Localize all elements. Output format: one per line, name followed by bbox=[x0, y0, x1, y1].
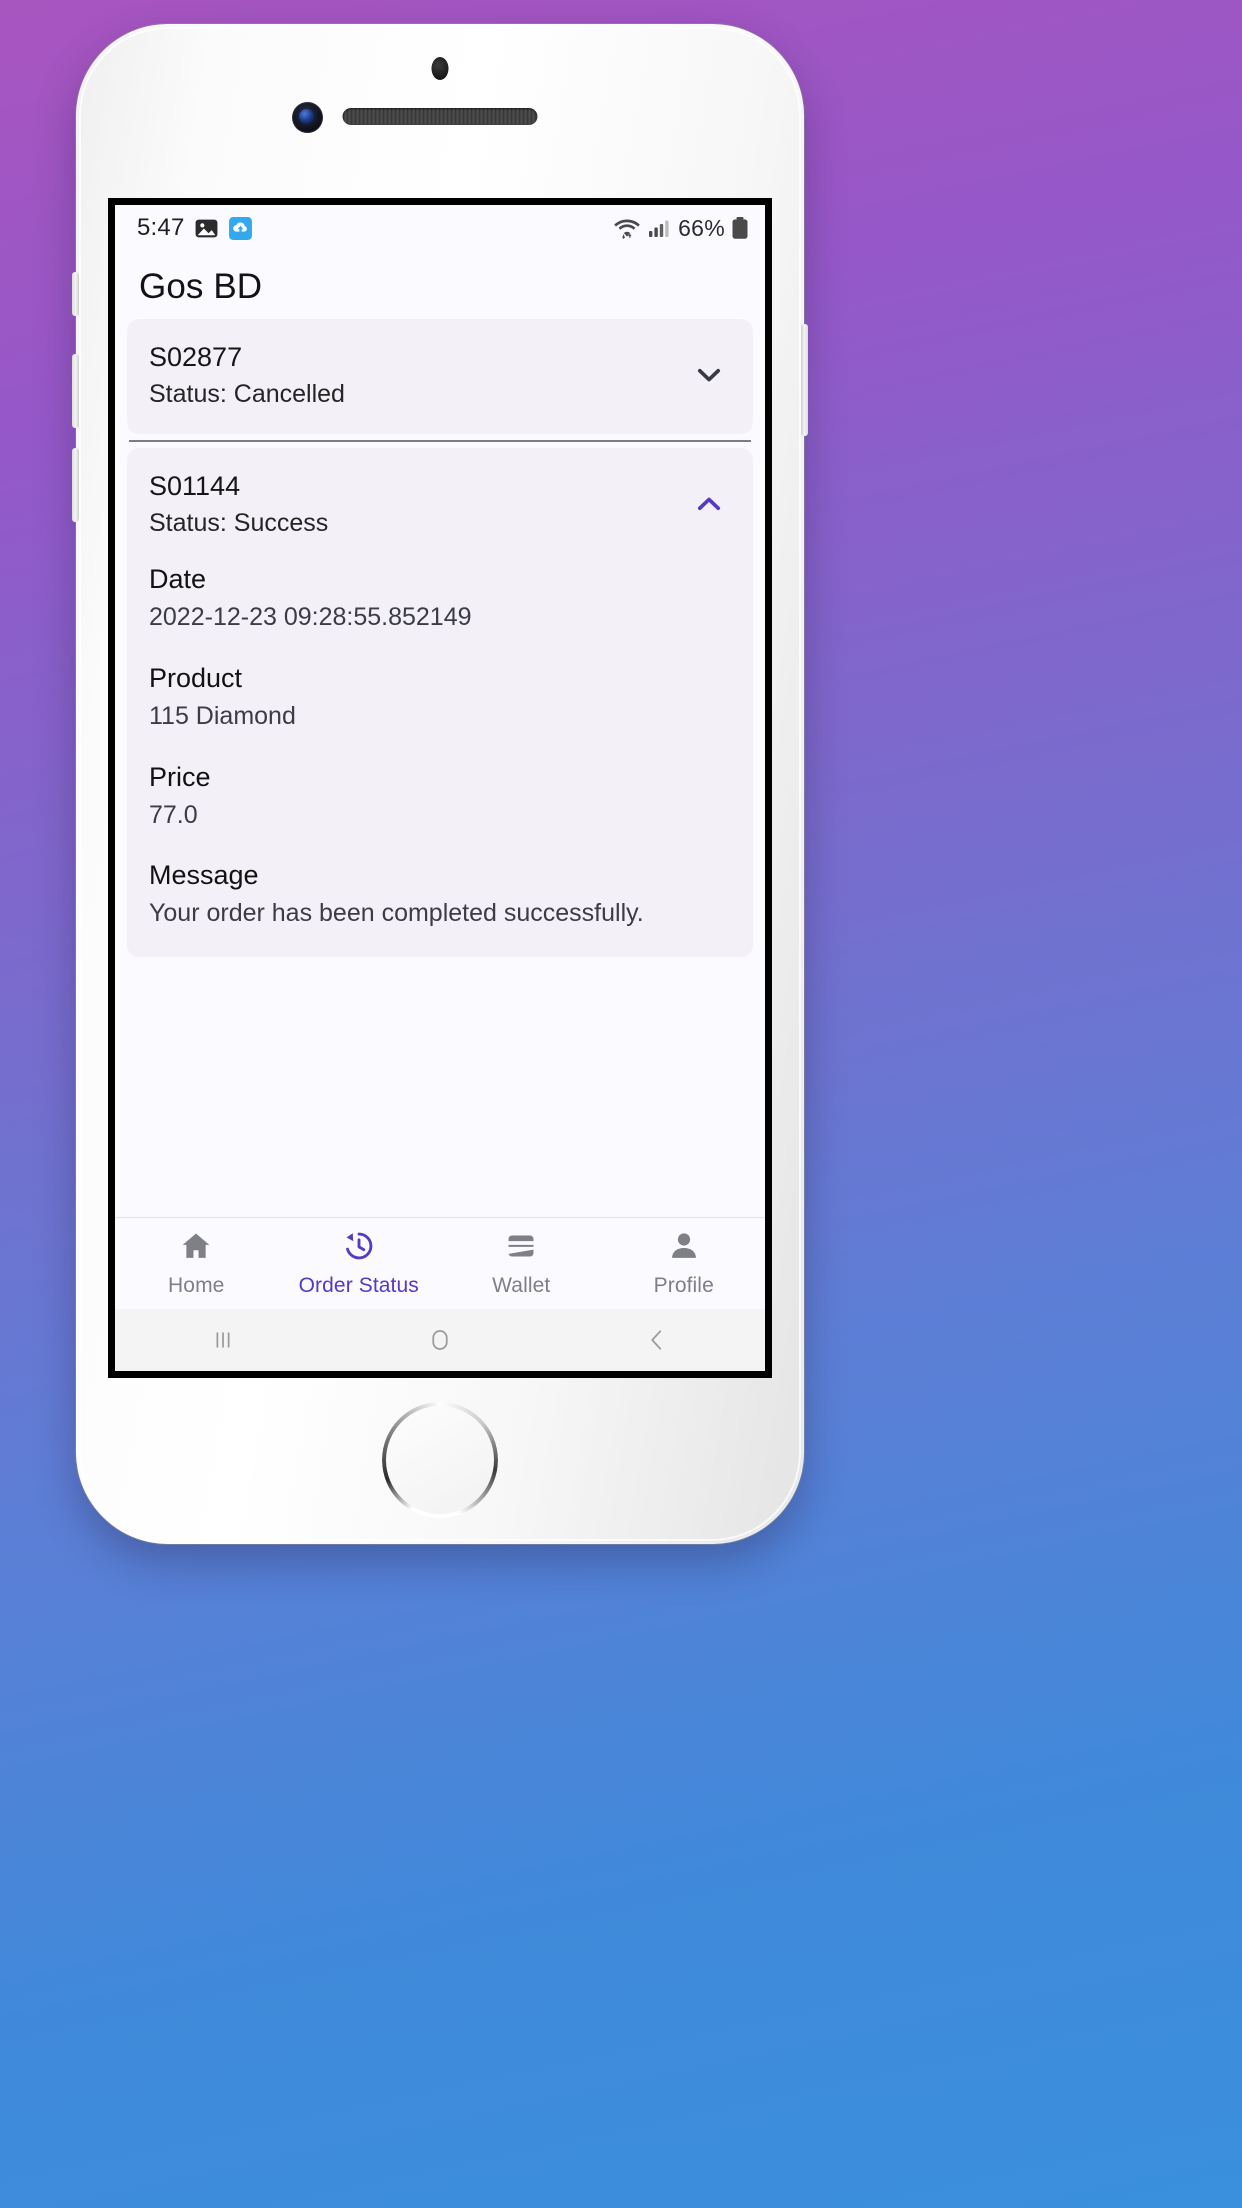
order-status: Status: Cancelled bbox=[149, 380, 345, 409]
nav-label: Order Status bbox=[298, 1274, 419, 1297]
chevron-down-icon[interactable] bbox=[687, 358, 731, 392]
wifi-icon bbox=[612, 216, 642, 240]
nav-item-home[interactable]: Home bbox=[115, 1229, 278, 1298]
order-id: S01144 bbox=[149, 470, 241, 501]
field-value: 77.0 bbox=[149, 800, 198, 829]
field-value: Your order has been completed successful… bbox=[149, 899, 644, 928]
earpiece-speaker bbox=[342, 108, 538, 125]
order-card-header[interactable]: S01144 Status: Success bbox=[127, 448, 753, 563]
order-field-message: Message Your order has been completed su… bbox=[149, 858, 731, 931]
back-chevron-icon[interactable] bbox=[548, 1325, 765, 1355]
nav-item-order-status[interactable]: Order Status bbox=[278, 1229, 441, 1298]
recents-icon[interactable] bbox=[115, 1325, 332, 1355]
order-card-expanded[interactable]: S01144 Status: Success Date 2022-12-23 0… bbox=[127, 447, 753, 957]
order-field-price: Price 77.0 bbox=[149, 760, 731, 833]
image-icon bbox=[194, 216, 219, 241]
order-status: Status: Success bbox=[149, 508, 329, 537]
status-bar-right-group: 66% bbox=[612, 215, 749, 242]
home-circle-icon[interactable] bbox=[332, 1325, 549, 1355]
phone-frame: 5:47 66% Gos BD S02877 Status: Cancelled… bbox=[72, 24, 808, 1544]
proximity-sensor-dot bbox=[431, 57, 449, 80]
cellular-signal-icon bbox=[648, 217, 672, 239]
page-title: Gos BD bbox=[139, 267, 263, 306]
order-id: S02877 bbox=[149, 342, 243, 372]
cloud-upload-icon bbox=[228, 216, 253, 241]
order-card-collapsed[interactable]: S02877 Status: Cancelled bbox=[127, 319, 753, 434]
field-label: Date bbox=[149, 564, 207, 595]
phone-screen: 5:47 66% Gos BD S02877 Status: Cancelled… bbox=[108, 198, 772, 1378]
bottom-navigation-bar: Home Order Status Wallet Profile bbox=[115, 1217, 765, 1309]
volume-down-button[interactable] bbox=[72, 448, 79, 522]
home-icon bbox=[179, 1229, 213, 1268]
battery-icon bbox=[731, 216, 749, 240]
nav-label: Profile bbox=[653, 1274, 714, 1297]
field-label: Product bbox=[149, 662, 243, 693]
nav-label: Wallet bbox=[492, 1274, 551, 1297]
order-list[interactable]: S02877 Status: Cancelled S01144 Status: … bbox=[115, 319, 765, 1217]
power-button[interactable] bbox=[801, 324, 808, 436]
order-card-header-text: S02877 Status: Cancelled bbox=[149, 339, 687, 412]
volume-up-button[interactable] bbox=[72, 354, 79, 428]
field-label: Price bbox=[149, 761, 211, 792]
nav-label: Home bbox=[168, 1274, 225, 1297]
nav-item-wallet[interactable]: Wallet bbox=[440, 1229, 603, 1298]
home-button[interactable] bbox=[382, 1402, 498, 1518]
silent-switch[interactable] bbox=[72, 272, 79, 316]
order-card-body: Date 2022-12-23 09:28:55.852149 Product … bbox=[127, 562, 753, 956]
front-camera-icon bbox=[292, 102, 323, 133]
battery-percentage: 66% bbox=[678, 214, 725, 241]
field-value: 2022-12-23 09:28:55.852149 bbox=[149, 603, 472, 632]
status-bar-time: 5:47 bbox=[137, 214, 185, 241]
nav-item-profile[interactable]: Profile bbox=[603, 1229, 766, 1298]
order-field-date: Date 2022-12-23 09:28:55.852149 bbox=[149, 562, 731, 635]
field-label: Message bbox=[149, 860, 259, 891]
person-icon bbox=[667, 1229, 701, 1268]
order-card-header-text: S01144 Status: Success bbox=[149, 468, 687, 541]
field-value: 115 Diamond bbox=[149, 702, 296, 731]
system-navigation-bar bbox=[115, 1309, 765, 1371]
order-field-product: Product 115 Diamond bbox=[149, 661, 731, 734]
history-clock-icon bbox=[342, 1229, 376, 1268]
status-bar: 5:47 66% bbox=[115, 205, 765, 251]
app-bar: Gos BD bbox=[115, 251, 765, 319]
order-card-header[interactable]: S02877 Status: Cancelled bbox=[127, 319, 753, 434]
chevron-up-icon[interactable] bbox=[687, 487, 731, 521]
wallet-icon bbox=[504, 1229, 538, 1268]
